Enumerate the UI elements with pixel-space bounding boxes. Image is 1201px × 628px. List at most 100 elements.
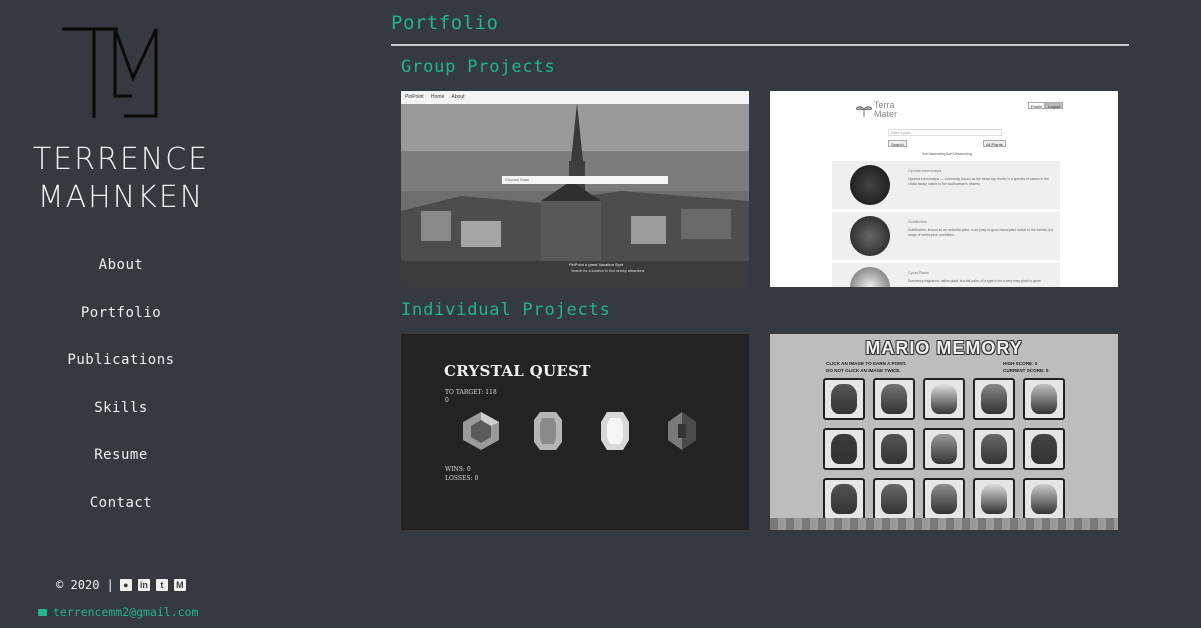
memory-tile xyxy=(823,478,865,520)
group-projects-heading: Group Projects xyxy=(401,57,556,77)
twitter-icon[interactable]: t xyxy=(155,579,168,591)
memory-tile xyxy=(923,428,965,470)
memory-tile xyxy=(823,378,865,420)
plant-photo xyxy=(850,216,890,256)
crystal-octagon-icon xyxy=(534,412,562,450)
nav-skills[interactable]: Skills xyxy=(0,393,242,441)
nav-resume[interactable]: Resume xyxy=(0,440,242,488)
mario-ground xyxy=(770,518,1118,530)
memory-tile xyxy=(923,378,965,420)
terra-brand-line2: Mater xyxy=(874,109,898,119)
character-image xyxy=(831,484,857,514)
linkedin-icon[interactable]: in xyxy=(137,579,150,591)
terra-brand: Terra Mater xyxy=(874,101,914,119)
project-card-mario-memory[interactable]: MARIO MEMORY CLICK AN IMAGE TO EARN A PO… xyxy=(770,334,1118,530)
town-photo xyxy=(401,91,749,287)
individual-projects-heading: Individual Projects xyxy=(401,300,611,320)
memory-tile xyxy=(923,478,965,520)
character-image xyxy=(831,384,857,414)
memory-tile xyxy=(973,478,1015,520)
mario-scores: HIGH SCORE: 0 CURRENT SCORE: 0 xyxy=(1003,360,1048,374)
email-text: terrencemm2@gmail.com xyxy=(53,605,199,619)
character-image xyxy=(931,434,957,464)
terra-plant-input: Enter a plant xyxy=(888,129,1002,136)
crystal-hexagon-icon xyxy=(463,412,499,450)
plant-logo-icon xyxy=(856,106,872,117)
name-first: TERRENCE xyxy=(32,142,210,177)
memory-tile xyxy=(973,428,1015,470)
character-image xyxy=(981,484,1007,514)
memory-tile xyxy=(873,478,915,520)
github-icon[interactable]: ● xyxy=(119,579,132,591)
plant-photo xyxy=(850,165,890,205)
sidebar: TERRENCE MAHNKEN About Portfolio Publica… xyxy=(0,0,242,628)
memory-tile xyxy=(873,378,915,420)
crystal-wins: WINS: 0 xyxy=(445,466,471,473)
email-link[interactable]: terrencemm2@gmail.com xyxy=(38,605,198,619)
mario-instr-1: CLICK AN IMAGE TO EARN A POINT. xyxy=(826,361,907,366)
crystal-oval-icon xyxy=(601,412,629,450)
terra-profile-button: Profile xyxy=(1028,102,1046,109)
plant-name: Cycas Plants xyxy=(908,271,929,275)
character-image xyxy=(931,384,957,414)
mario-memory-title: MARIO MEMORY xyxy=(865,338,1023,358)
nav-portfolio[interactable]: Portfolio xyxy=(0,298,242,346)
crystal-quest-title: CRYSTAL QUEST xyxy=(444,362,591,380)
memory-tile xyxy=(1023,478,1065,520)
character-image xyxy=(1031,384,1057,414)
mario-instr-2: DO NOT CLICK AN IMAGE TWICE. xyxy=(826,368,901,373)
mario-instructions: CLICK AN IMAGE TO EARN A POINT. DO NOT C… xyxy=(826,360,906,374)
plant-photo xyxy=(850,267,890,287)
mario-current-score: CURRENT SCORE: 0 xyxy=(1003,368,1049,373)
pinpoint-tagline: PinPoint a great Vacation Spot xyxy=(569,262,624,267)
footer-copyright: © 2020 | ● in t M xyxy=(0,578,242,592)
character-image xyxy=(1031,484,1057,514)
project-card-pinpoint[interactable]: PinPoint Home About Choose State PinPoin… xyxy=(401,91,749,287)
medium-icon[interactable]: M xyxy=(173,579,186,591)
memory-tile xyxy=(1023,378,1065,420)
crystal-diamond-icon xyxy=(668,412,696,450)
plant-name: Goldfinches xyxy=(908,220,927,224)
pinpoint-brand: PinPoint xyxy=(405,94,424,100)
character-image xyxy=(831,434,857,464)
terra-search-button: Search xyxy=(888,140,907,147)
pinpoint-subtag: Search for a location to find nearby att… xyxy=(571,269,645,273)
social-links: ● in t M xyxy=(119,579,186,591)
plant-name: Opuntia echinocarpa xyxy=(908,169,942,173)
pinpoint-navbar: PinPoint Home About xyxy=(401,91,749,104)
pinpoint-search-field: Choose State xyxy=(502,176,668,184)
pinpoint-nav-about: About xyxy=(451,94,465,100)
terra-plant-row: Opuntia echinocarpa Opuntia echinocarpa … xyxy=(832,161,1060,209)
terra-sort-asc: Sort Ascending xyxy=(922,152,946,156)
main-nav: About Portfolio Publications Skills Resu… xyxy=(0,250,242,535)
tm-logo-icon[interactable] xyxy=(60,26,160,120)
memory-tile xyxy=(1023,428,1065,470)
character-image xyxy=(931,484,957,514)
terra-logout-button: Logout xyxy=(1045,102,1064,109)
crystal-target: TO TARGET: 118 xyxy=(445,389,497,396)
plant-description: Dormancy fragrance, native plant, is a t… xyxy=(908,279,1042,283)
mario-high-score: HIGH SCORE: 0 xyxy=(1003,361,1038,366)
crystal-losses: LOSSES: 0 xyxy=(445,475,479,482)
title-divider xyxy=(391,44,1129,46)
nav-contact[interactable]: Contact xyxy=(0,488,242,536)
crystal-score: 0 xyxy=(445,397,449,404)
memory-tile xyxy=(873,428,915,470)
plant-description: Opuntia echinocarpa — commonly known as … xyxy=(908,177,1049,186)
character-image xyxy=(981,384,1007,414)
character-image xyxy=(881,484,907,514)
memory-tile xyxy=(973,378,1015,420)
memory-tile xyxy=(823,428,865,470)
plant-description: Goldfinches, known as an umbrella plant,… xyxy=(908,228,1054,237)
project-card-crystal-quest[interactable]: CRYSTAL QUEST TO TARGET: 118 0 WINS: 0 L… xyxy=(401,334,749,530)
character-image xyxy=(981,434,1007,464)
nav-publications[interactable]: Publications xyxy=(0,345,242,393)
terra-plant-row: Goldfinches Goldfinches, known as an umb… xyxy=(832,212,1060,260)
character-image xyxy=(881,434,907,464)
terra-sort-desc: Sort Descending xyxy=(946,152,972,156)
project-card-terra-mater[interactable]: Terra Mater Profile Logout Enter a plant… xyxy=(770,91,1118,287)
character-image xyxy=(1031,434,1057,464)
nav-about[interactable]: About xyxy=(0,250,242,298)
terra-all-button: All Plants xyxy=(983,140,1006,147)
mail-icon xyxy=(38,608,47,616)
